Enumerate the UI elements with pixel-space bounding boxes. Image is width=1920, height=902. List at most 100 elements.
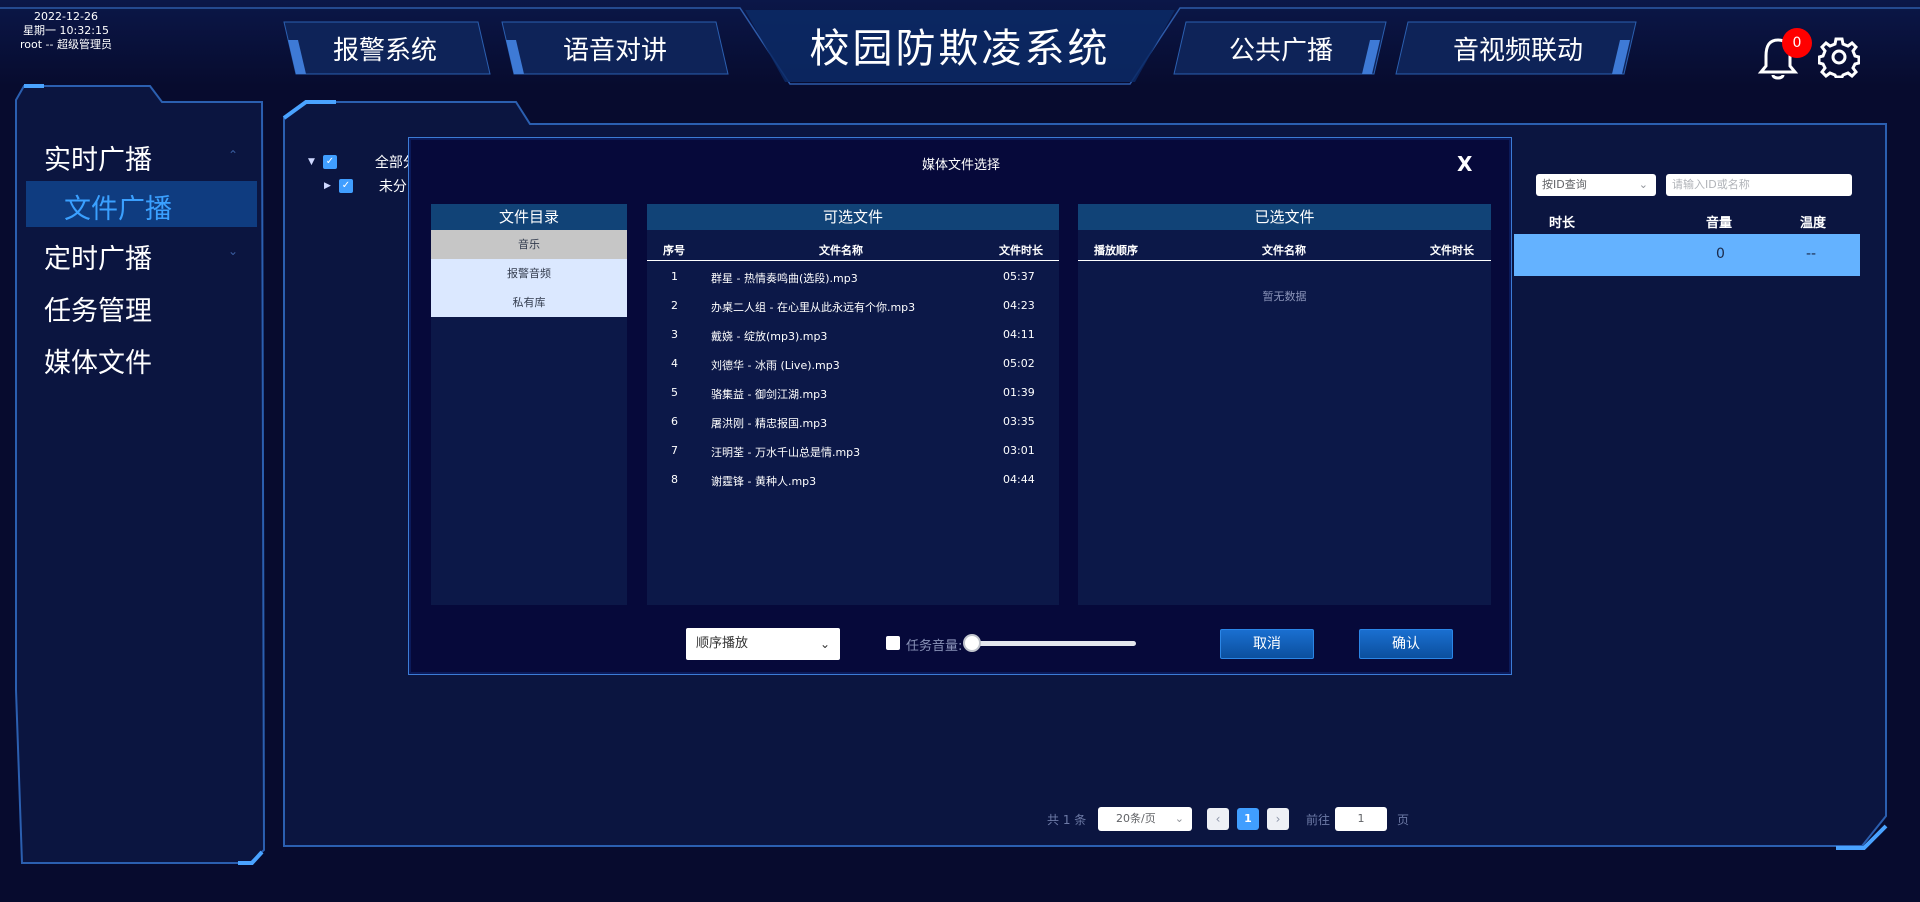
row-index: 2	[671, 299, 678, 312]
row-index: 3	[671, 328, 678, 341]
column-header-duration: 文件时长	[1430, 244, 1474, 257]
pager-total: 共 1 条	[1047, 813, 1087, 827]
row-duration: 04:44	[1003, 473, 1035, 486]
row-file-name: 汪明荃 - 万水千山总是情.mp3	[711, 446, 861, 459]
row-file-name: 戴娆 - 绽放(mp3).mp3	[711, 330, 828, 343]
row-duration: 04:11	[1003, 328, 1035, 341]
directory-item-music[interactable]: 音乐	[431, 230, 627, 259]
task-volume-checkbox[interactable]	[886, 636, 900, 650]
volume-slider-track[interactable]	[972, 641, 1136, 646]
goto-label: 前往	[1306, 813, 1331, 827]
column-header-temperature: 温度	[1800, 216, 1827, 231]
chevron-down-icon: ⌄	[1174, 812, 1184, 825]
sidebar-item-scheduled-broadcast[interactable]: 定时广播	[44, 237, 152, 276]
gear-icon[interactable]	[1817, 36, 1861, 79]
query-type-select[interactable]: 按ID查询 ⌄	[1536, 174, 1656, 196]
column-header-index: 序号	[663, 244, 685, 257]
search-input[interactable]: 请输入ID或名称	[1666, 174, 1852, 196]
query-type-value: 按ID查询	[1542, 178, 1587, 191]
checkbox-checked[interactable]: ✓	[338, 179, 353, 193]
date-text: 2022-12-26	[34, 10, 98, 23]
table-row[interactable]: 4 刘德华 - 冰雨 (Live).mp3 05:02	[647, 349, 1059, 378]
tab-public-broadcast[interactable]: 公共广播	[1196, 20, 1366, 76]
next-page-button[interactable]: ›	[1267, 808, 1289, 830]
directory-item-alarm-audio[interactable]: 报警音频	[431, 259, 627, 288]
directory-panel: 文件目录 音乐 报警音频 私有库	[431, 204, 627, 605]
table-row[interactable]: 1 群星 - 热情奏鸣曲(选段).mp3 05:37	[647, 262, 1059, 291]
header-divider	[647, 260, 1059, 261]
row-file-name: 办桌二人组 - 在心里从此永远有个你.mp3	[711, 301, 916, 314]
tab-voice-intercom[interactable]: 语音对讲	[530, 20, 700, 76]
chevron-down-icon[interactable]: ⌄	[228, 244, 238, 258]
close-icon[interactable]: X	[1457, 152, 1472, 176]
table-row[interactable]: 5 骆集益 - 御剑江湖.mp3 01:39	[647, 378, 1059, 407]
tree-node-unassigned[interactable]: ▶ ✓ 未分	[324, 176, 407, 196]
top-header: 2022-12-26 星期一 10:32:15 root -- 超级管理员 报警…	[0, 0, 1920, 86]
table-row[interactable]: 6 屠洪刚 - 精忠报国.mp3 03:35	[647, 407, 1059, 436]
row-duration: 05:37	[1003, 270, 1035, 283]
row-index: 8	[671, 473, 678, 486]
task-volume-label: 任务音量:	[906, 639, 963, 654]
current-page-button[interactable]: 1	[1237, 808, 1259, 830]
checkbox-checked[interactable]: ✓	[322, 155, 337, 169]
sidebar-item-media-files[interactable]: 媒体文件	[44, 341, 152, 380]
table-row[interactable]: 8 谢霆锋 - 黄种人.mp3 04:44	[647, 465, 1059, 494]
volume-cell: 0	[1716, 246, 1725, 262]
directory-item-private-library[interactable]: 私有库	[431, 288, 627, 317]
row-duration: 05:02	[1003, 357, 1035, 370]
row-file-name: 屠洪刚 - 精忠报国.mp3	[711, 417, 828, 430]
column-header-play-order: 播放顺序	[1094, 244, 1138, 257]
row-file-name: 群星 - 热情奏鸣曲(选段).mp3	[711, 272, 858, 285]
page-suffix: 页	[1397, 813, 1410, 827]
row-duration: 03:35	[1003, 415, 1035, 428]
page-size-value: 20条/页	[1116, 812, 1156, 825]
cancel-button[interactable]: 取消	[1220, 629, 1314, 659]
row-index: 4	[671, 357, 678, 370]
table-row[interactable]: 0 --	[1514, 234, 1860, 276]
tree-node-all[interactable]: ▼ ✓ 全部分	[308, 152, 417, 172]
column-header-duration: 时长	[1549, 216, 1576, 231]
temperature-cell: --	[1806, 246, 1817, 262]
prev-page-button[interactable]: ‹	[1207, 808, 1229, 830]
table-row[interactable]: 7 汪明荃 - 万水千山总是情.mp3 03:01	[647, 436, 1059, 465]
page-title: 校园防欺凌系统	[809, 26, 1111, 72]
selected-files-header: 已选文件	[1078, 204, 1491, 230]
caret-right-icon[interactable]: ▶	[324, 181, 331, 191]
column-header-duration: 文件时长	[999, 244, 1043, 257]
column-header-file-name: 文件名称	[819, 244, 863, 257]
table-row[interactable]: 3 戴娆 - 绽放(mp3).mp3 04:11	[647, 320, 1059, 349]
row-index: 1	[671, 270, 678, 283]
header-divider	[1078, 260, 1491, 261]
user-text: root -- 超级管理员	[20, 38, 112, 51]
notification-badge: 0	[1782, 28, 1812, 58]
column-header-volume: 音量	[1706, 216, 1733, 231]
row-index: 6	[671, 415, 678, 428]
weekday-time-text: 星期一 10:32:15	[23, 24, 109, 37]
goto-page-input[interactable]: 1	[1335, 807, 1387, 831]
table-row[interactable]: 2 办桌二人组 - 在心里从此永远有个你.mp3 04:23	[647, 291, 1059, 320]
sidebar-item-task-management[interactable]: 任务管理	[44, 289, 152, 328]
chevron-up-icon[interactable]: ⌃	[228, 148, 238, 162]
row-file-name: 谢霆锋 - 黄种人.mp3	[711, 475, 817, 488]
caret-down-icon[interactable]: ▼	[308, 157, 315, 167]
play-mode-value: 顺序播放	[696, 636, 749, 651]
sidebar-item-realtime-broadcast[interactable]: 实时广播	[44, 138, 152, 177]
row-file-name: 刘德华 - 冰雨 (Live).mp3	[711, 359, 840, 372]
row-duration: 04:23	[1003, 299, 1035, 312]
available-files-panel: 可选文件 序号 文件名称 文件时长 1 群星 - 热情奏鸣曲(选段).mp3 0…	[647, 204, 1059, 605]
row-index: 7	[671, 444, 678, 457]
empty-state-text: 暂无数据	[1262, 290, 1307, 303]
play-mode-select[interactable]: 顺序播放 ⌄	[686, 628, 840, 660]
confirm-button[interactable]: 确认	[1359, 629, 1453, 659]
datetime-panel: 2022-12-26 星期一 10:32:15 root -- 超级管理员	[10, 10, 122, 52]
media-file-dialog: 媒体文件选择 X 文件目录 音乐 报警音频 私有库 可选文件 序号 文件名称 文…	[408, 137, 1512, 675]
sidebar-item-file-broadcast[interactable]: 文件广播	[26, 181, 257, 227]
tab-av-linkage[interactable]: 音视频联动	[1428, 20, 1608, 76]
dialog-title: 媒体文件选择	[921, 158, 1000, 173]
tab-alarm-system[interactable]: 报警系统	[300, 20, 470, 76]
volume-slider-handle[interactable]	[963, 634, 981, 652]
page-size-select[interactable]: 20条/页 ⌄	[1098, 807, 1192, 831]
row-duration: 03:01	[1003, 444, 1035, 457]
available-files-header: 可选文件	[647, 204, 1059, 230]
chevron-down-icon: ⌄	[1638, 178, 1648, 191]
